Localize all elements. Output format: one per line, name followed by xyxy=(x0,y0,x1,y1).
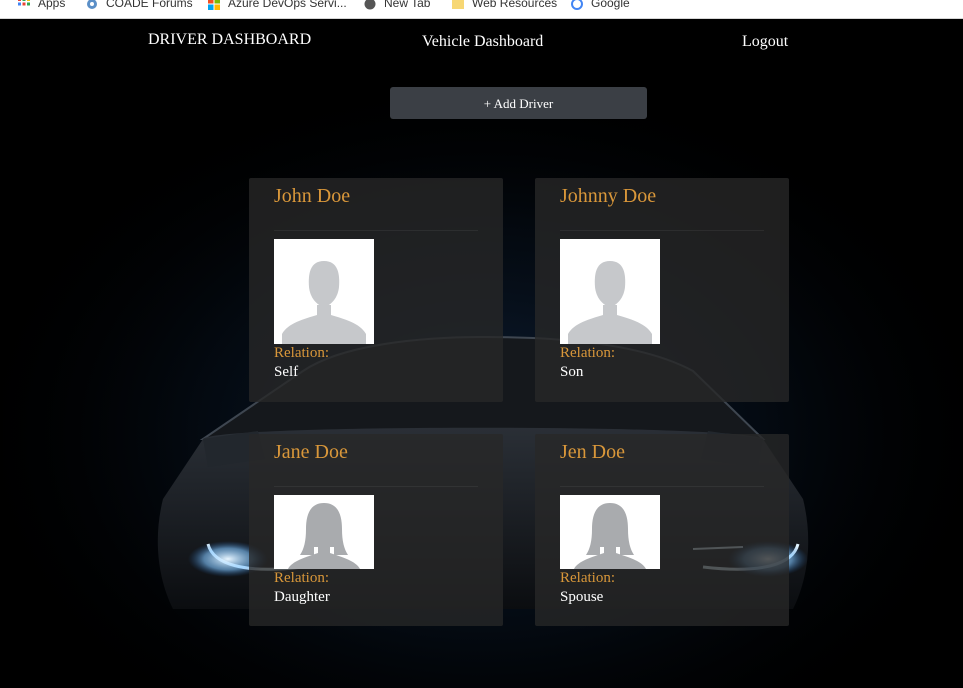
relation-label: Relation: xyxy=(560,570,615,586)
driver-name: Johnny Doe xyxy=(560,185,657,207)
bookmark-coade-forums[interactable]: COADE Forums xyxy=(86,0,193,12)
globe-icon xyxy=(364,0,376,10)
driver-card[interactable]: Jen Doe Relation: Spouse xyxy=(535,434,789,626)
relation-value: Son xyxy=(560,364,584,380)
add-driver-button[interactable]: + Add Driver xyxy=(390,87,647,119)
male-avatar-icon xyxy=(274,239,374,344)
card-divider xyxy=(274,486,478,487)
driver-name: John Doe xyxy=(274,185,351,207)
driver-name: Jane Doe xyxy=(274,441,348,463)
card-divider xyxy=(560,230,764,231)
bookmark-web-resources[interactable]: Web Resources xyxy=(452,0,557,12)
logout-link[interactable]: Logout xyxy=(742,33,788,51)
bookmark-google[interactable]: Google xyxy=(571,0,630,12)
folder-icon xyxy=(452,0,464,9)
relation-label: Relation: xyxy=(560,345,615,361)
driver-card[interactable]: Jane Doe Relation: Daughter xyxy=(249,434,503,626)
driver-card[interactable]: Johnny Doe Relation: Son xyxy=(535,178,789,402)
bookmark-label: Azure DevOps Servi... xyxy=(228,0,347,10)
relation-label: Relation: xyxy=(274,570,329,586)
card-divider xyxy=(560,486,764,487)
bookmark-azure-devops[interactable]: Azure DevOps Servi... xyxy=(208,0,347,12)
bookmarks-bar: Apps COADE Forums Azure DevOps Servi... … xyxy=(0,0,963,19)
bookmark-label: Google xyxy=(591,0,630,10)
brand-title[interactable]: DRIVER DASHBOARD xyxy=(148,31,311,49)
top-navbar: DRIVER DASHBOARD Vehicle Dashboard Logou… xyxy=(3,19,963,69)
driver-card[interactable]: John Doe Relation: Self xyxy=(249,178,503,402)
male-avatar-icon xyxy=(560,239,660,344)
bookmark-label: COADE Forums xyxy=(106,0,193,10)
relation-value: Spouse xyxy=(560,589,604,605)
card-divider xyxy=(274,230,478,231)
driver-name: Jen Doe xyxy=(560,441,625,463)
windows-logo-icon xyxy=(208,0,220,10)
relation-value: Daughter xyxy=(274,589,330,605)
bookmark-label: New Tab xyxy=(384,0,431,10)
bookmark-label: Apps xyxy=(38,0,66,10)
bookmark-new-tab[interactable]: New Tab xyxy=(364,0,430,12)
google-icon xyxy=(571,0,583,10)
bookmark-apps[interactable]: Apps xyxy=(18,0,65,12)
gear-icon xyxy=(87,0,97,9)
bookmark-label: Web Resources xyxy=(472,0,558,10)
app-stage: DRIVER DASHBOARD Vehicle Dashboard Logou… xyxy=(3,19,963,688)
relation-label: Relation: xyxy=(274,345,329,361)
female-avatar-icon xyxy=(560,495,660,569)
vehicle-dashboard-link[interactable]: Vehicle Dashboard xyxy=(422,33,543,51)
relation-value: Self xyxy=(274,364,299,380)
apps-grid-icon xyxy=(18,0,30,6)
female-avatar-icon xyxy=(274,495,374,569)
